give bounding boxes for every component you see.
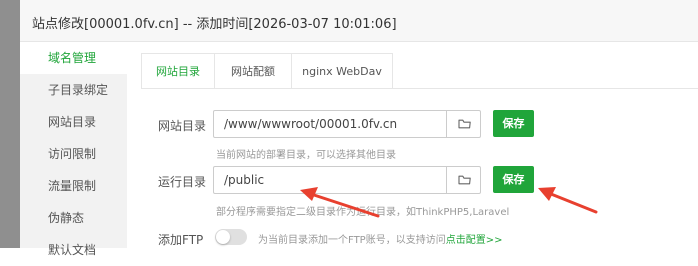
- ftp-config-link[interactable]: 点击配置>>: [446, 235, 503, 246]
- sidebar-item-subdirectory-binding[interactable]: 子目录绑定: [20, 74, 127, 106]
- sidebar-item-rewrite[interactable]: 伪静态: [20, 202, 127, 234]
- tab-site-quota[interactable]: 网站配额: [215, 54, 291, 89]
- run-dir-save-button[interactable]: 保存: [493, 166, 534, 193]
- dialog-titlebar: 站点修改[00001.0fv.cn] -- 添加时间[2026-03-07 10…: [20, 0, 698, 42]
- dialog-title: 站点修改[00001.0fv.cn] -- 添加时间[2026-03-07 10…: [32, 17, 397, 32]
- ftp-toggle[interactable]: [215, 229, 247, 245]
- tab-site-directory[interactable]: 网站目录: [142, 54, 214, 89]
- run-dir-folder-button[interactable]: [446, 167, 480, 193]
- site-dir-folder-button[interactable]: [446, 111, 480, 137]
- site-dir-input[interactable]: [214, 111, 446, 137]
- tab-nginx-webdav[interactable]: nginx WebDav: [292, 54, 392, 89]
- sidebar-item-site-directory[interactable]: 网站目录: [20, 106, 127, 138]
- run-dir-label: 运行目录: [158, 175, 207, 189]
- run-dir-input-group: [213, 166, 481, 194]
- tab-underline: [141, 88, 698, 89]
- sidebar-item-default-document[interactable]: 默认文档: [20, 234, 127, 266]
- folder-icon: [458, 119, 471, 129]
- site-dir-label: 网站目录: [158, 119, 207, 133]
- run-dir-hint: 部分程序需要指定二级目录作为运行目录，如ThinkPHP5,Laravel: [216, 207, 510, 218]
- arrow-to-run-dir-save-button: [538, 187, 598, 214]
- site-dir-save-button[interactable]: 保存: [493, 110, 534, 137]
- tab-bar: 网站目录 网站配额 nginx WebDav: [141, 53, 393, 89]
- run-dir-input[interactable]: [214, 167, 446, 193]
- sidebar-item-access-restriction[interactable]: 访问限制: [20, 138, 127, 170]
- site-dir-hint: 当前网站的部署目录，可以选择其他目录: [216, 150, 396, 161]
- folder-icon: [458, 175, 471, 185]
- ftp-hint: 为当前目录添加一个FTP账号，以支持访问点击配置>>: [258, 231, 502, 246]
- ftp-toggle-knob: [216, 230, 230, 244]
- ftp-hint-text: 为当前目录添加一个FTP账号，以支持访问: [258, 235, 446, 246]
- settings-sidebar: 域名管理 子目录绑定 网站目录 访问限制 流量限制 伪静态 默认文档: [20, 42, 127, 257]
- ftp-label: 添加FTP: [158, 233, 204, 247]
- site-dir-input-group: [213, 110, 481, 138]
- modal-backdrop: [0, 0, 20, 248]
- sidebar-item-traffic-limit[interactable]: 流量限制: [20, 170, 127, 202]
- sidebar-item-domain-management[interactable]: 域名管理: [20, 42, 127, 74]
